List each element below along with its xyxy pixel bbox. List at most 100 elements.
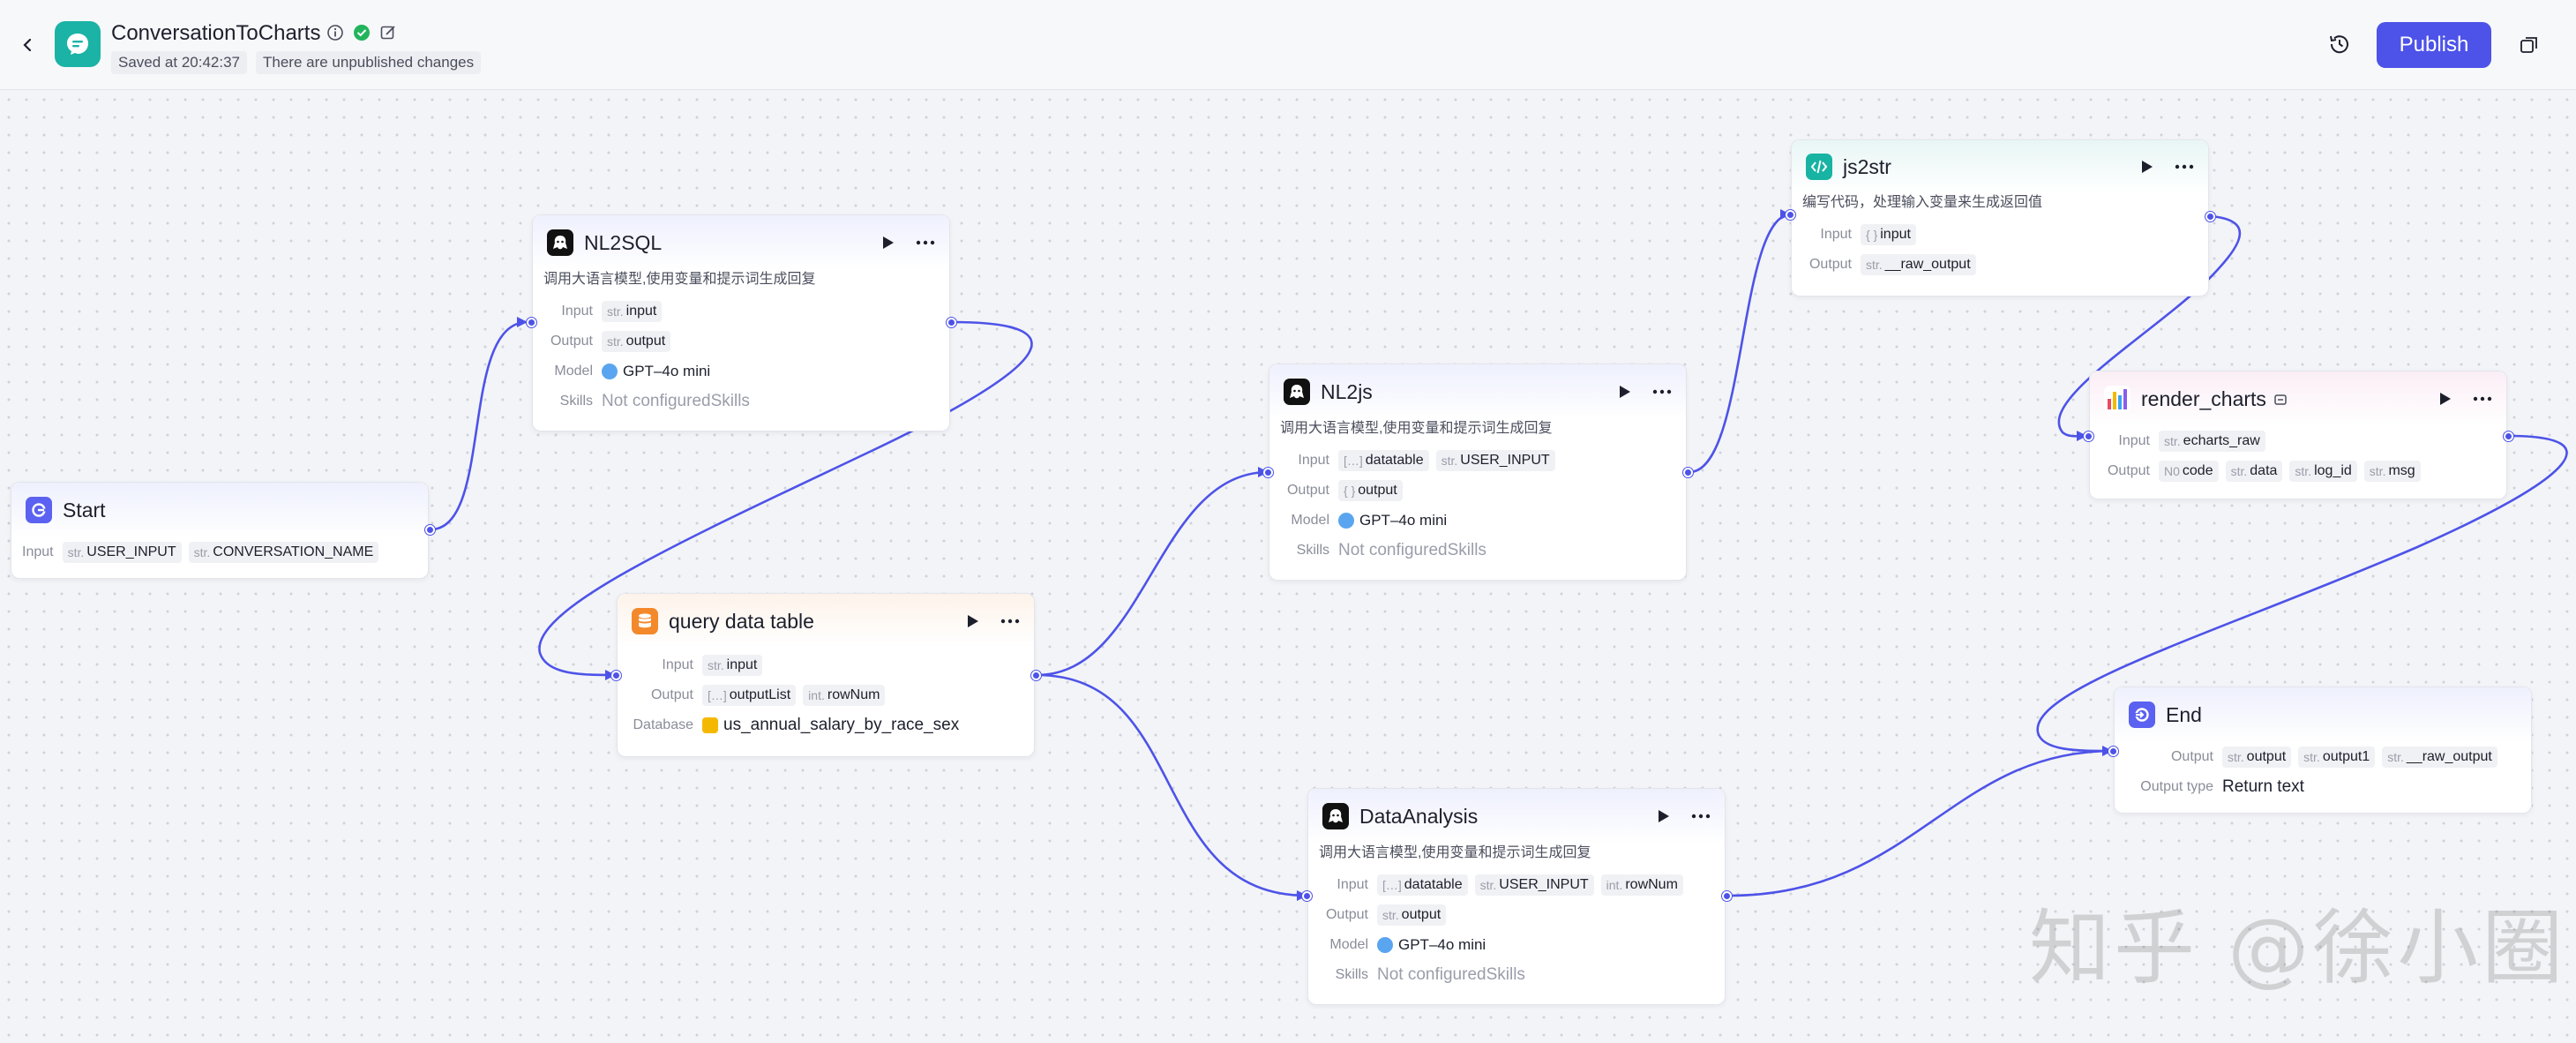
run-button[interactable]	[879, 233, 898, 252]
port-analysis-in[interactable]	[1302, 891, 1312, 901]
more-button[interactable]	[1652, 382, 1672, 401]
port-query-in[interactable]	[611, 671, 621, 680]
unpublished-badge: There are unpublished changes	[256, 51, 482, 74]
more-button[interactable]	[2175, 157, 2194, 176]
node-title: query data table	[669, 609, 814, 633]
more-button[interactable]	[2473, 389, 2492, 409]
node-description: 调用大语言模型,使用变量和提示词生成回复	[1319, 845, 1591, 860]
variable-chip: N0 code	[2159, 461, 2219, 482]
run-button[interactable]	[1654, 807, 1674, 826]
port-render-in[interactable]	[2084, 431, 2093, 441]
run-button[interactable]	[963, 612, 983, 631]
node-title: js2str	[1843, 154, 1891, 178]
output-label: Output	[1325, 907, 1368, 922]
database-icon	[632, 608, 658, 634]
variable-chip: […] outputList	[702, 685, 797, 706]
port-end-in[interactable]	[2108, 747, 2118, 756]
port-nl2js-out[interactable]	[1683, 468, 1693, 477]
variable-chip: str. data	[2225, 461, 2283, 482]
port-render-out[interactable]	[2504, 431, 2513, 441]
publish-button[interactable]: Publish	[2377, 22, 2491, 68]
variable-chip: { } output	[1338, 480, 1403, 501]
variable-chip: str. output	[602, 331, 671, 352]
info-icon[interactable]	[326, 24, 344, 41]
more-button[interactable]	[916, 233, 935, 252]
port-nl2sql-in[interactable]	[527, 318, 536, 327]
port-js2str-in[interactable]	[1786, 210, 1795, 220]
database-name: us_annual_salary_by_race_sex	[723, 716, 960, 734]
page-title: ConversationToCharts	[111, 21, 321, 45]
variable-chip: str. echarts_raw	[2159, 431, 2265, 452]
node-end[interactable]: End Output str. output str. output1 str. __raw…	[2114, 687, 2532, 814]
variable-chip: { } input	[1861, 224, 1916, 245]
end-icon	[2129, 702, 2155, 728]
port-js2str-out[interactable]	[2205, 212, 2215, 221]
top-bar: ConversationToCharts Saved at 20:42:37 T…	[0, 0, 2576, 90]
more-button[interactable]	[1691, 807, 1711, 826]
variable-chip: str. USER_INPUT	[62, 542, 182, 563]
model-icon	[1338, 513, 1354, 529]
more-icon	[916, 240, 935, 245]
model-name: GPT–4o mini	[1359, 512, 1448, 529]
variable-chip: str. CONVERSATION_NAME	[188, 542, 379, 563]
port-start-out[interactable]	[425, 525, 435, 535]
edit-icon[interactable]	[379, 24, 397, 41]
input-label: Input	[22, 544, 54, 559]
play-icon	[2440, 393, 2451, 405]
history-icon	[2330, 35, 2348, 54]
copy-icon	[2520, 37, 2537, 53]
more-icon	[1691, 814, 1711, 819]
variable-chip: […] datatable	[1377, 874, 1468, 896]
node-title: NL2SQL	[584, 230, 663, 254]
port-analysis-out[interactable]	[1722, 891, 1732, 901]
node-start[interactable]: Start Input str. USER_INPUT str. CONVERSAT…	[11, 482, 429, 579]
llm-icon	[1322, 803, 1349, 829]
input-label: Input	[561, 304, 593, 319]
variable-chip: str. USER_INPUT	[1474, 874, 1594, 896]
play-icon	[883, 236, 894, 249]
node-description: 编写代码，处理输入变量来生成返回值	[1802, 195, 2043, 210]
model-label: Model	[1291, 513, 1329, 528]
more-icon	[1000, 619, 1020, 624]
back-button[interactable]	[16, 34, 39, 56]
play-icon	[1620, 386, 1630, 398]
variable-chip: str. output	[2222, 747, 2292, 768]
skills-value: Not configuredSkills	[602, 392, 750, 410]
skills-label: Skills	[1296, 543, 1329, 558]
variable-chip: str. msg	[2363, 461, 2421, 482]
input-label: Input	[662, 657, 693, 672]
run-button[interactable]	[2436, 389, 2455, 409]
output-label: Output	[1808, 257, 1852, 272]
llm-icon	[547, 229, 573, 256]
node-nl2sql[interactable]: NL2SQL 调用大语言模型,使用变量和提示词生成回复 Input str. inp…	[532, 214, 950, 431]
watermark: 知乎 @徐小圈	[2029, 901, 2567, 995]
node-js2str[interactable]: js2str 编写代码，处理输入变量来生成返回值 Input { } input O…	[1791, 139, 2209, 296]
node-data-analysis[interactable]: DataAnalysis 调用大语言模型,使用变量和提示词生成回复 Input […	[1307, 788, 1726, 1005]
run-button[interactable]	[1615, 382, 1635, 401]
history-button[interactable]	[2325, 30, 2354, 58]
node-description: 调用大语言模型,使用变量和提示词生成回复	[1280, 421, 1553, 436]
skills-value: Not configuredSkills	[1338, 541, 1486, 559]
port-nl2sql-out[interactable]	[947, 318, 956, 327]
skills-value: Not configuredSkills	[1377, 965, 1525, 984]
node-render-charts[interactable]: render_charts Input str. echarts_raw Outpu…	[2089, 371, 2507, 499]
output-label: Output	[550, 334, 593, 349]
input-label: Input	[2118, 433, 2150, 448]
run-button[interactable]	[2138, 157, 2157, 176]
input-label: Input	[1337, 877, 1368, 892]
node-description: 调用大语言模型,使用变量和提示词生成回复	[543, 272, 816, 287]
input-label: Input	[1820, 227, 1852, 242]
skills-label: Skills	[559, 394, 593, 409]
node-title: Start	[63, 498, 106, 522]
copy-button[interactable]	[2516, 32, 2542, 58]
app-logo	[55, 21, 101, 67]
more-button[interactable]	[1000, 612, 1020, 631]
port-nl2js-in[interactable]	[1263, 468, 1273, 477]
node-title: NL2js	[1321, 379, 1373, 403]
node-query-data-table[interactable]: query data table Input str. input Output [……	[617, 593, 1035, 757]
more-icon	[2473, 396, 2492, 401]
table-icon	[702, 717, 718, 733]
port-query-out[interactable]	[1031, 671, 1041, 680]
variable-chip: str. __raw_output	[1861, 254, 1976, 275]
node-nl2js[interactable]: NL2js 调用大语言模型,使用变量和提示词生成回复 Input […] datat…	[1269, 364, 1687, 581]
